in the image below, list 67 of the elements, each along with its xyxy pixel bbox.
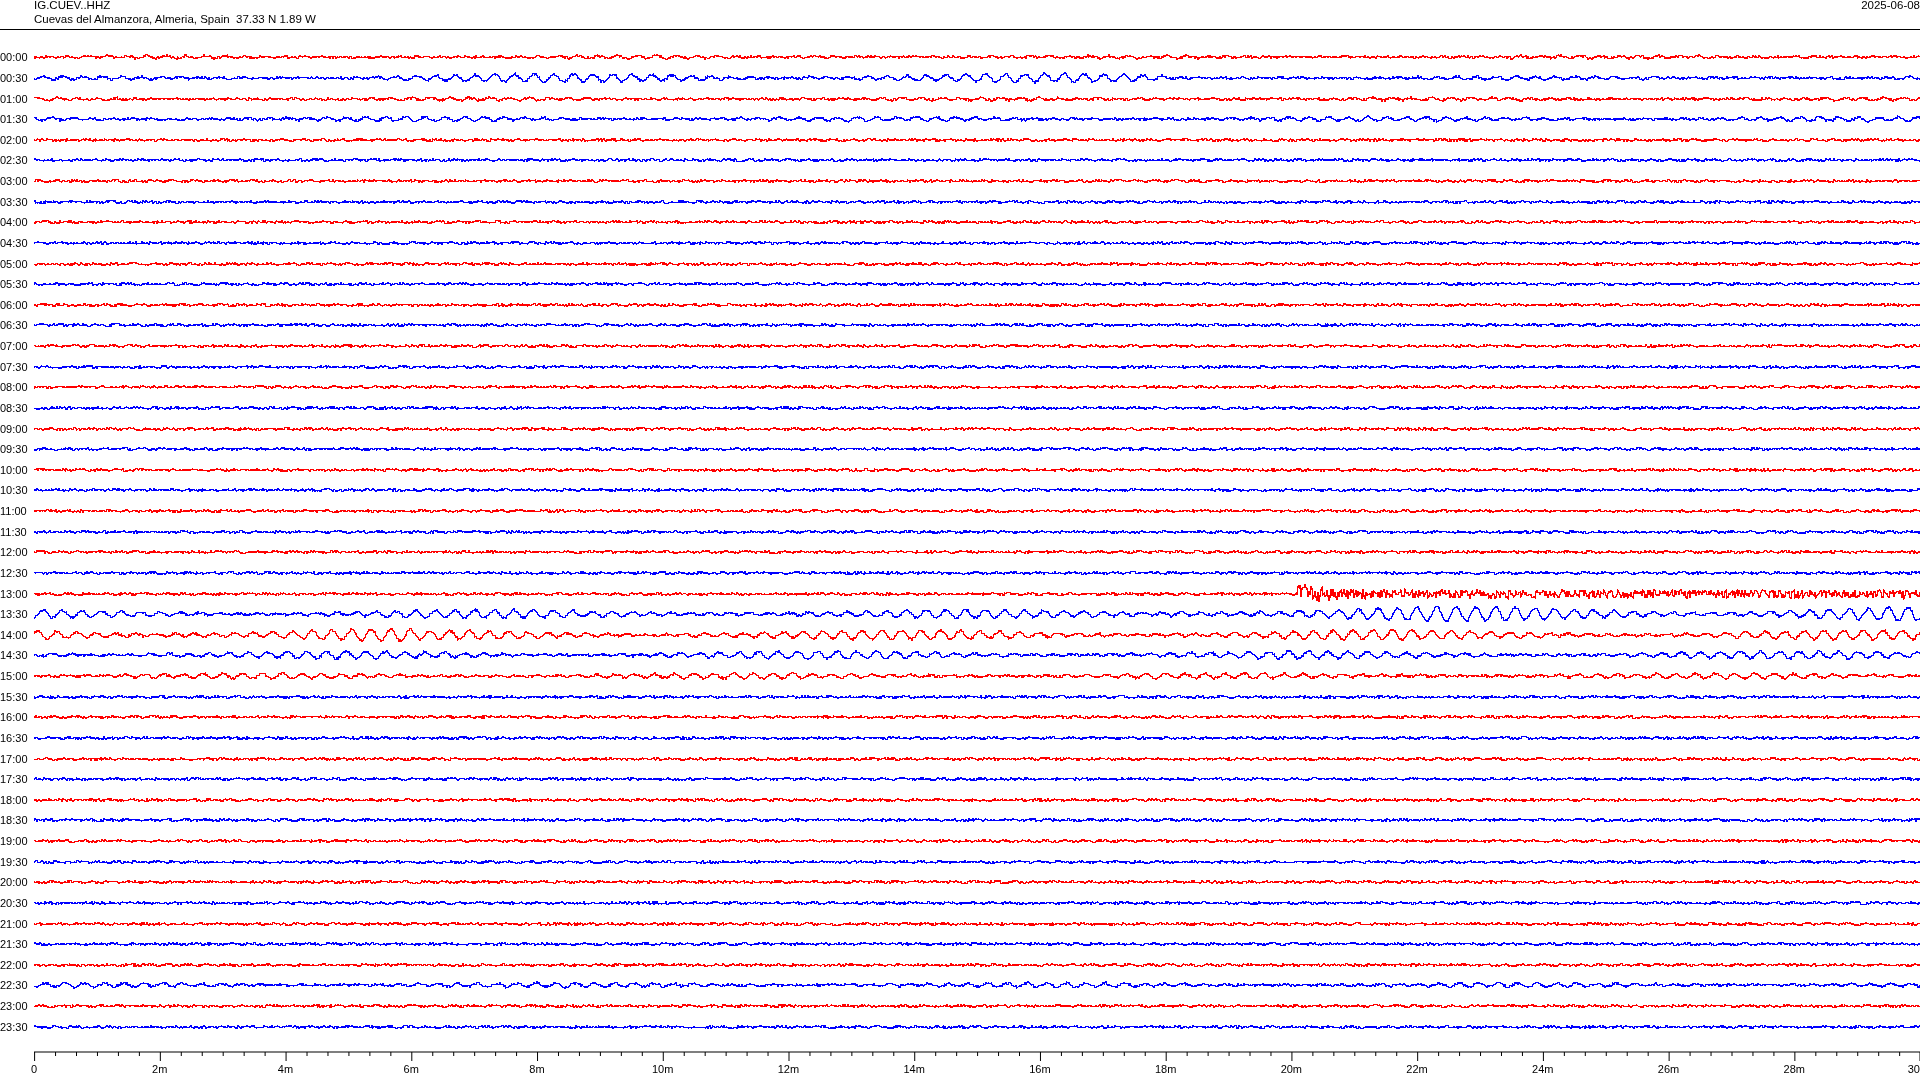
time-label: 09:00 bbox=[0, 422, 29, 435]
time-label: 06:30 bbox=[0, 319, 29, 332]
time-label: 12:00 bbox=[0, 546, 29, 559]
axis-label: 18m bbox=[1154, 1063, 1177, 1075]
time-label: 17:30 bbox=[0, 773, 29, 786]
station-code: IG.CUEV..HHZ bbox=[34, 0, 112, 12]
time-label: 09:30 bbox=[0, 443, 29, 456]
time-label: 17:00 bbox=[0, 752, 29, 765]
time-label: 08:30 bbox=[0, 401, 29, 414]
time-label: 21:30 bbox=[0, 938, 29, 951]
time-label: 18:00 bbox=[0, 793, 29, 806]
axis-label: 22m bbox=[1406, 1063, 1428, 1075]
axis-label: 26m bbox=[1657, 1063, 1680, 1075]
time-label: 08:00 bbox=[0, 381, 29, 394]
axis-label: 20m bbox=[1280, 1063, 1303, 1075]
time-label: 00:00 bbox=[0, 51, 29, 64]
time-label: 21:00 bbox=[0, 917, 29, 930]
axis-label: 30 bbox=[1907, 1063, 1920, 1075]
time-label: 05:00 bbox=[0, 257, 29, 270]
time-label: 14:30 bbox=[0, 649, 29, 662]
time-label: 19:00 bbox=[0, 835, 29, 848]
time-label: 11:30 bbox=[0, 525, 28, 538]
axis-label: 6m bbox=[403, 1063, 419, 1075]
time-label: 23:30 bbox=[0, 1020, 29, 1033]
station-location: Cuevas del Almanzora, Almeria, Spain 37.33 N 1.89 W bbox=[34, 12, 316, 26]
time-label: 22:30 bbox=[0, 979, 29, 992]
time-label: 16:30 bbox=[0, 731, 29, 744]
time-label: 23:00 bbox=[0, 1000, 29, 1013]
axis-label: 4m bbox=[277, 1063, 294, 1075]
axis-label: 16m bbox=[1029, 1063, 1051, 1075]
time-label: 07:30 bbox=[0, 360, 29, 373]
time-label: 18:30 bbox=[0, 814, 29, 827]
axis-label: 28m bbox=[1783, 1063, 1805, 1075]
date-label: 2025-06-08 bbox=[1861, 0, 1920, 12]
time-label: 19:30 bbox=[0, 855, 29, 868]
axis-label: 24m bbox=[1532, 1063, 1554, 1075]
time-label: 22:00 bbox=[0, 958, 29, 971]
time-label: 03:00 bbox=[0, 175, 29, 188]
axis-label: 2m bbox=[152, 1063, 168, 1075]
time-label: 01:30 bbox=[0, 113, 29, 126]
time-label: 15:30 bbox=[0, 690, 29, 703]
time-label: 04:30 bbox=[0, 236, 29, 249]
axis-label: 14m bbox=[903, 1063, 925, 1075]
time-label: 02:00 bbox=[0, 133, 29, 146]
time-label: 04:00 bbox=[0, 216, 29, 229]
time-label: 13:00 bbox=[0, 587, 29, 600]
time-label: 07:00 bbox=[0, 340, 29, 353]
time-label: 10:00 bbox=[0, 463, 29, 476]
time-label: 03:30 bbox=[0, 195, 29, 208]
time-label: 15:00 bbox=[0, 670, 29, 683]
time-label: 20:30 bbox=[0, 896, 29, 909]
time-label: 13:30 bbox=[0, 608, 29, 621]
time-label: 01:00 bbox=[0, 92, 29, 105]
time-label: 06:00 bbox=[0, 298, 29, 311]
time-label: 16:00 bbox=[0, 711, 29, 724]
time-label: 00:30 bbox=[0, 71, 29, 84]
axis-label: 12m bbox=[777, 1063, 800, 1075]
time-label: 12:30 bbox=[0, 566, 29, 579]
time-label: 10:30 bbox=[0, 484, 29, 497]
axis-label: 8m bbox=[529, 1063, 545, 1075]
axis-label: 0 bbox=[30, 1063, 38, 1075]
time-label: 05:30 bbox=[0, 278, 29, 291]
time-label: 02:30 bbox=[0, 154, 29, 167]
time-label: 14:00 bbox=[0, 628, 29, 641]
time-label: 11:00 bbox=[0, 505, 28, 518]
axis-label: 10m bbox=[651, 1063, 674, 1075]
time-label: 20:00 bbox=[0, 876, 29, 889]
